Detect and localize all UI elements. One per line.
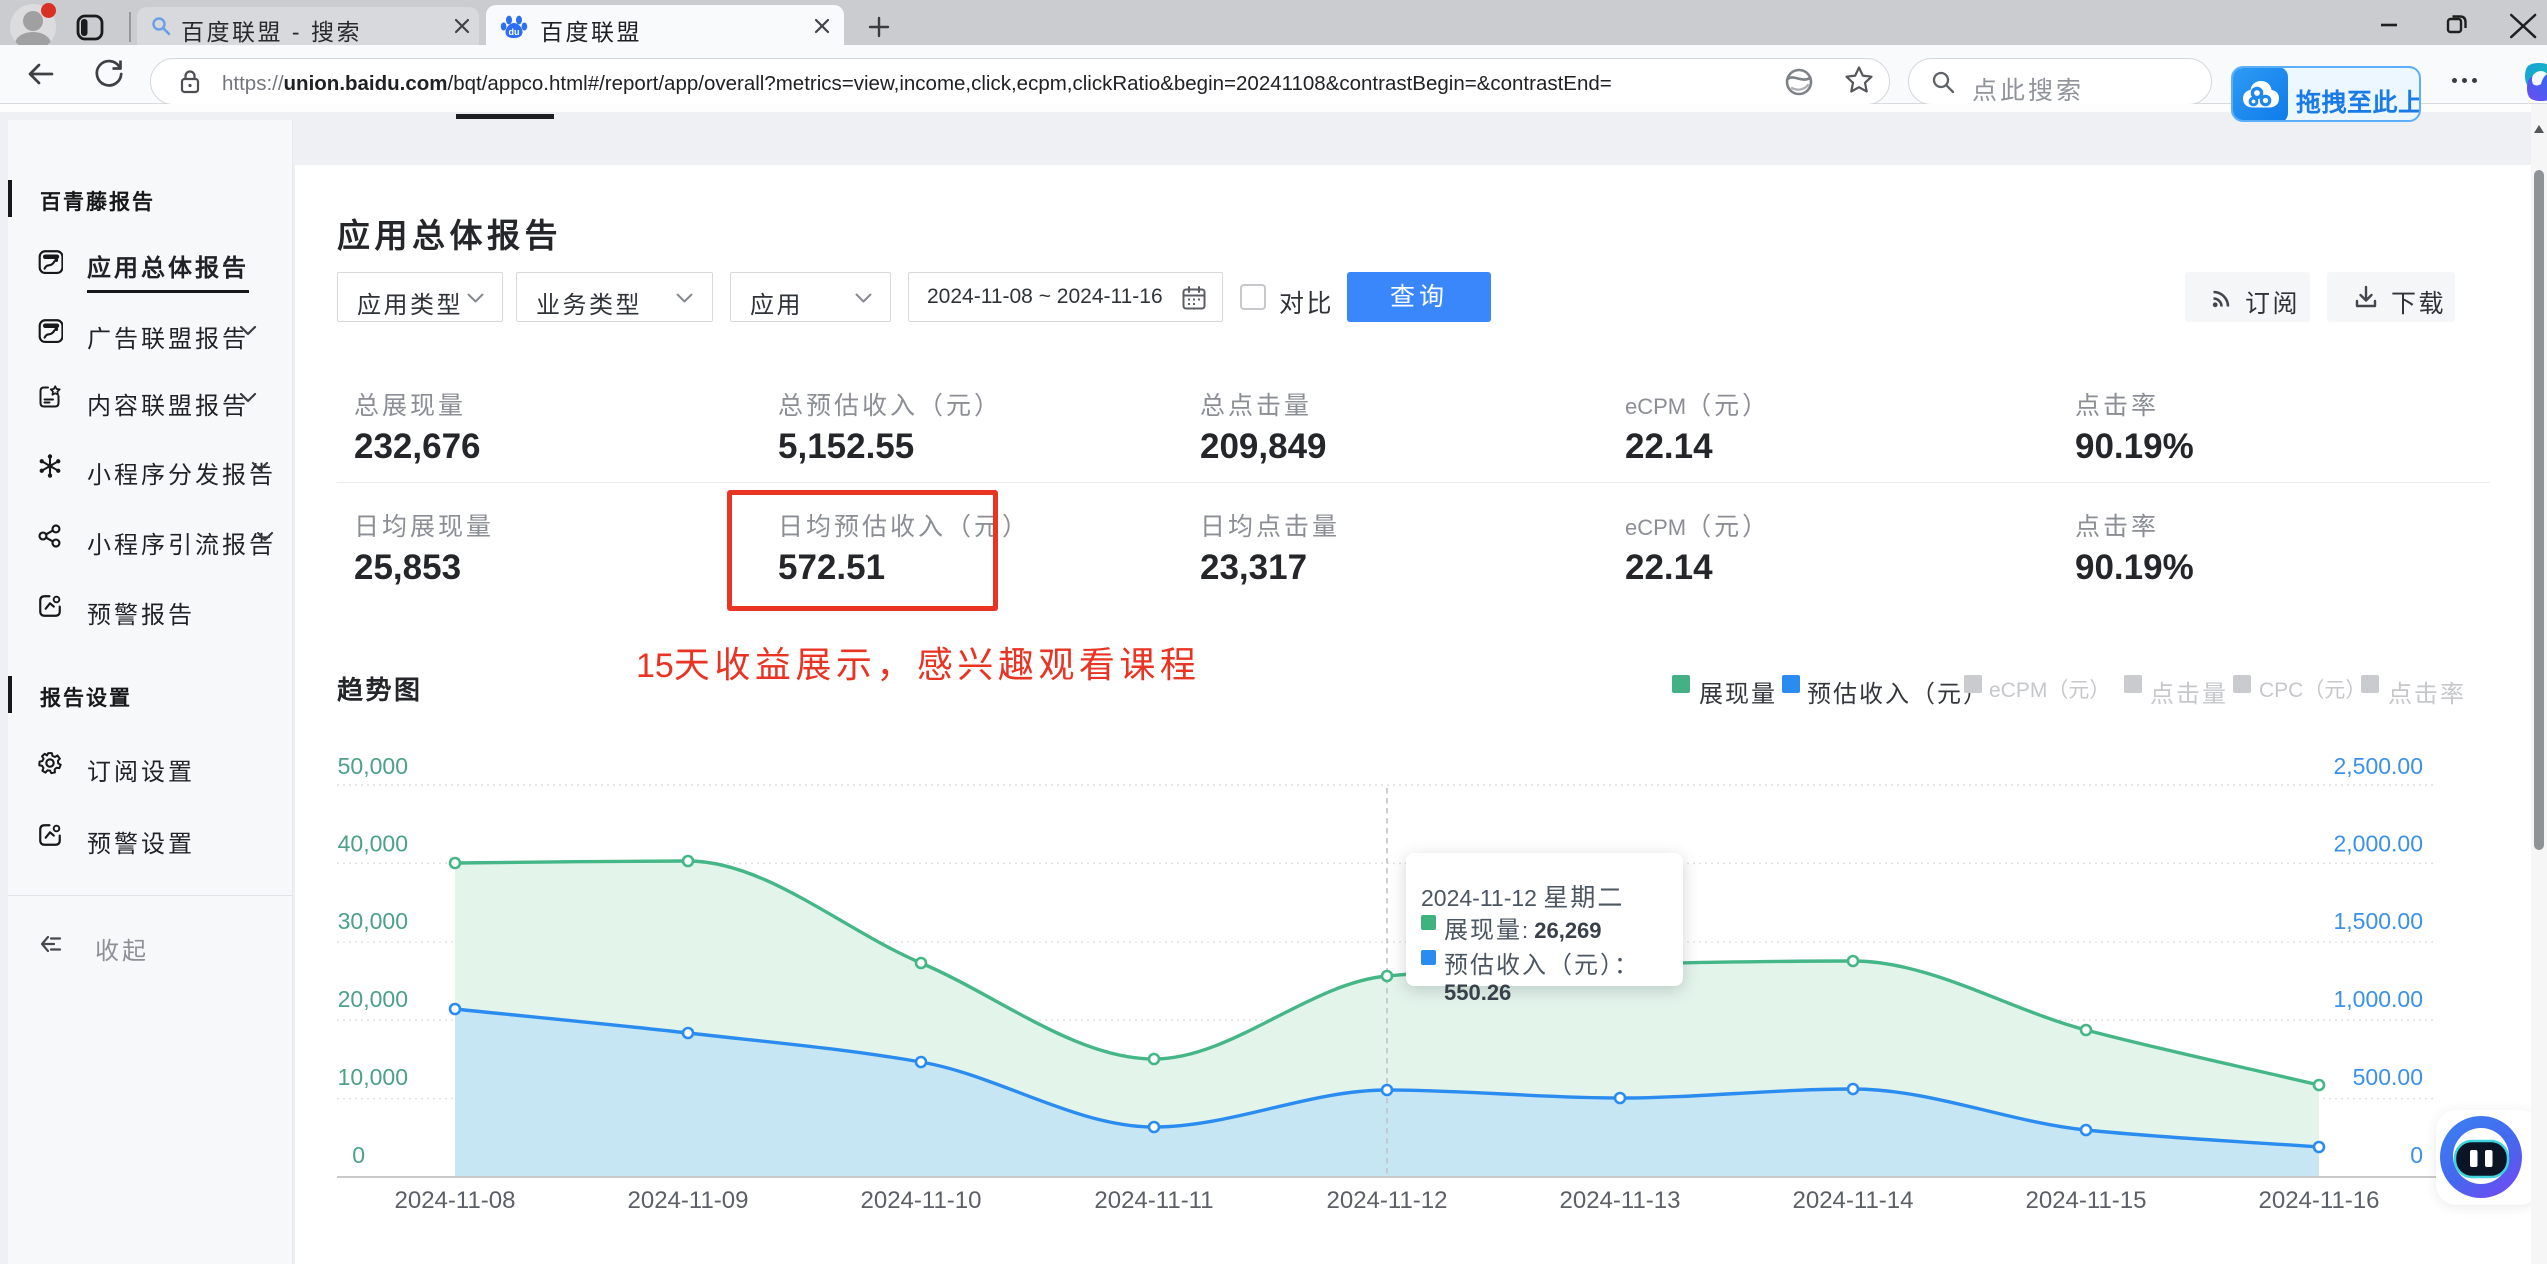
svg-text:20,000: 20,000 (338, 986, 408, 1012)
svg-text:2024-11-16: 2024-11-16 (2259, 1187, 2380, 1214)
svg-text:10,000: 10,000 (338, 1064, 408, 1090)
svg-text:1,000.00: 1,000.00 (2333, 986, 2423, 1012)
svg-text:40,000: 40,000 (338, 831, 408, 857)
svg-text:500.00: 500.00 (2353, 1064, 2423, 1090)
svg-text:2024-11-12: 2024-11-12 (1327, 1187, 1448, 1214)
svg-text:2024-11-10: 2024-11-10 (861, 1187, 982, 1214)
svg-text:2024-11-09: 2024-11-09 (628, 1187, 749, 1214)
svg-text:50,000: 50,000 (338, 753, 408, 779)
svg-text:0: 0 (2410, 1142, 2423, 1168)
svg-text:1,500.00: 1,500.00 (2333, 908, 2423, 934)
svg-text:2024-11-13: 2024-11-13 (1560, 1187, 1681, 1214)
svg-text:30,000: 30,000 (338, 908, 408, 934)
svg-text:du: du (509, 27, 520, 37)
svg-text:2024-11-08: 2024-11-08 (395, 1187, 516, 1214)
svg-text:2024-11-11: 2024-11-11 (1094, 1187, 1213, 1214)
svg-text:2,500.00: 2,500.00 (2333, 753, 2423, 779)
svg-text:2024-11-15: 2024-11-15 (2026, 1187, 2147, 1214)
svg-text:2024-11-14: 2024-11-14 (1793, 1187, 1914, 1214)
svg-text:2,000.00: 2,000.00 (2333, 831, 2423, 857)
svg-text:0: 0 (352, 1142, 365, 1168)
